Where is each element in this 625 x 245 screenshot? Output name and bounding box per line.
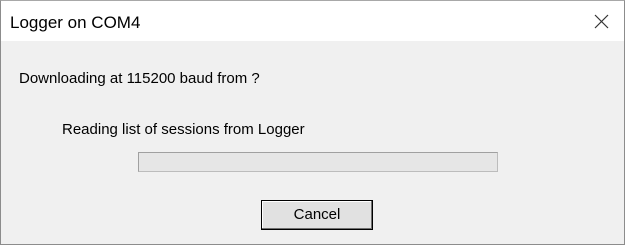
window-title: Logger on COM4	[10, 13, 141, 32]
dialog-body: Downloading at 115200 baud from ? Readin…	[1, 41, 624, 244]
progress-bar	[138, 152, 498, 172]
close-x-icon	[594, 14, 609, 29]
download-status-text: Downloading at 115200 baud from ?	[19, 70, 260, 87]
title-bar[interactable]: Logger on COM4	[1, 1, 624, 41]
logger-dialog-window: Logger on COM4 Downloading at 115200 bau…	[0, 0, 625, 245]
cancel-button[interactable]: Cancel	[261, 200, 373, 230]
reading-sessions-text: Reading list of sessions from Logger	[62, 121, 305, 138]
close-button[interactable]	[580, 1, 624, 41]
